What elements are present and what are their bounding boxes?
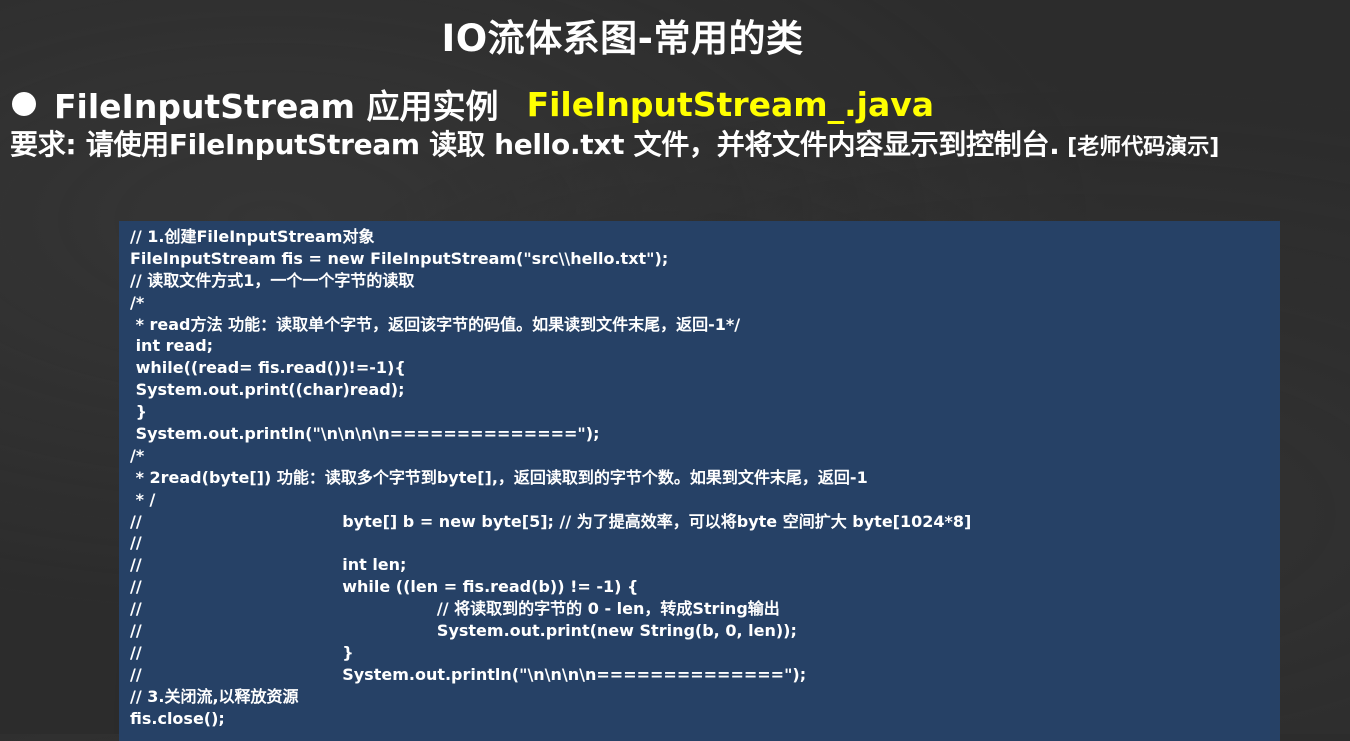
code-line: // System.out.println("\n\n\n\n=========… — [130, 664, 807, 684]
code-line: int read; — [130, 336, 214, 356]
code-line: FileInputStream fis = new FileInputStrea… — [130, 248, 669, 268]
code-line: // } — [130, 642, 354, 662]
code-line: // 1.创建FileInputStream对象 — [130, 227, 375, 246]
code-line: System.out.println("\n\n\n\n============… — [130, 424, 600, 444]
code-line: /* — [130, 445, 145, 465]
code-panel: // 1.创建FileInputStream对象 FileInputStream… — [119, 221, 1280, 741]
code-line: } — [130, 402, 147, 422]
code-line: while((read= fis.read())!=-1){ — [130, 358, 406, 378]
slide-title: IO流体系图-常用的类 — [441, 17, 804, 60]
code-line: // // 将读取到的字节的 0 - len，转成String输出 — [130, 599, 780, 619]
code-line: // — [130, 533, 142, 553]
code-line: /* — [130, 292, 145, 312]
bullet-label: FileInputStream 应用实例 — [54, 87, 499, 126]
code-line: fis.close(); — [130, 708, 225, 728]
code-line: // byte[] b = new byte[5]; // 为了提高效率，可以将… — [130, 511, 972, 531]
code-line: // 3.关闭流,以释放资源 — [130, 686, 299, 706]
requirement-note: [老师代码演示] — [1059, 135, 1220, 160]
code-line: * / — [130, 489, 156, 509]
requirement-text: 要求: 请使用FileInputStream 读取 hello.txt 文件，并… — [10, 126, 1340, 167]
code-line: System.out.print((char)read); — [130, 380, 405, 400]
code-line: // System.out.print(new String(b, 0, len… — [130, 621, 797, 641]
bullet-dot-icon — [12, 92, 36, 116]
code-line: // 读取文件方式1，一个一个字节的读取 — [130, 270, 415, 290]
code-line: // int len; — [130, 555, 407, 575]
code-line: * read方法 功能：读取单个字节，返回该字节的码值。如果读到文件末尾，返回-… — [130, 314, 741, 334]
bullet-heading: FileInputStream 应用实例 FileInputStream_.ja… — [10, 80, 934, 128]
requirement-main: 要求: 请使用FileInputStream 读取 hello.txt 文件，并… — [10, 128, 1060, 161]
file-name: FileInputStream_.java — [526, 84, 935, 124]
code-line: // while ((len = fis.read(b)) != -1) { — [130, 577, 639, 597]
code-line: * 2read(byte[]) 功能：读取多个字节到byte[],，返回读取到的… — [130, 467, 868, 487]
